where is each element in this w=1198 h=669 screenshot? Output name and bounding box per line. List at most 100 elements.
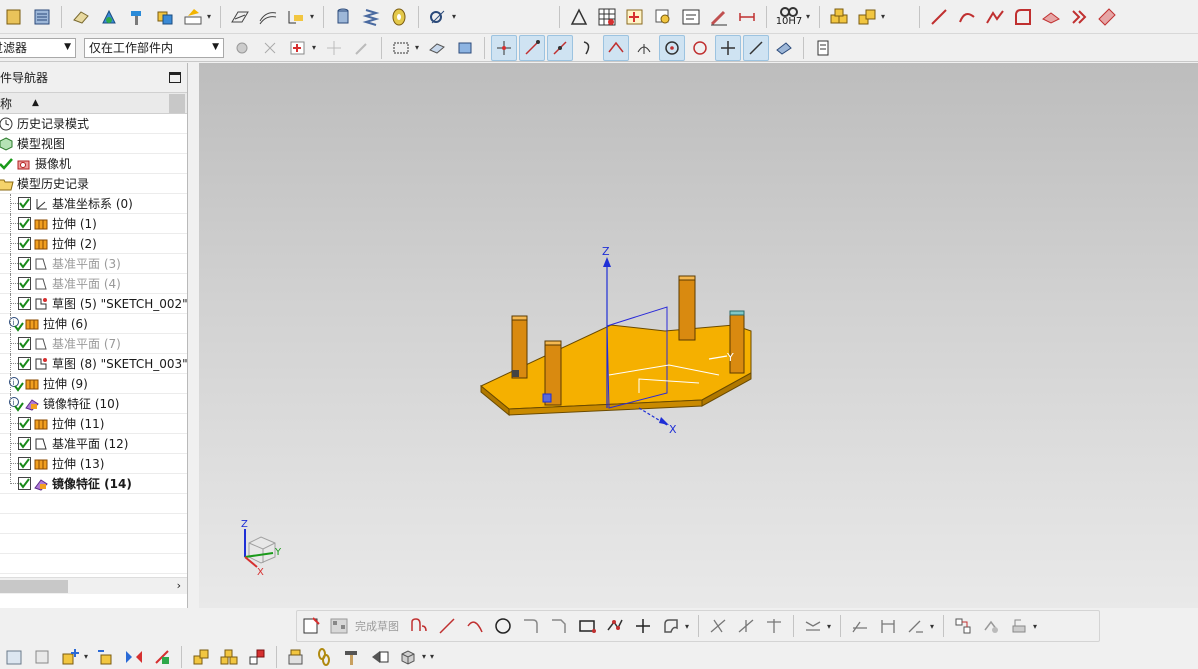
chain-link-icon[interactable] bbox=[311, 644, 337, 669]
dropdown-arrow[interactable]: ▾ bbox=[430, 652, 438, 661]
visibility-checkbox[interactable] bbox=[18, 337, 31, 350]
nav-feature-extrude-2[interactable]: 拉伸 (2) bbox=[0, 234, 187, 254]
dropdown-arrow[interactable]: ▾ bbox=[881, 12, 889, 21]
nav-feature-datum-plane-4[interactable]: 基准平面 (4) bbox=[0, 274, 187, 294]
eraser-icon[interactable] bbox=[68, 4, 94, 30]
gear-train-icon[interactable] bbox=[425, 4, 451, 30]
column-header-name[interactable]: 名称 ▲ bbox=[0, 93, 187, 114]
view-orient-icon[interactable] bbox=[29, 644, 55, 669]
pen-edit-icon[interactable] bbox=[706, 4, 732, 30]
filter-settings-icon[interactable] bbox=[229, 35, 255, 61]
cube-view-icon[interactable] bbox=[395, 644, 421, 669]
snap-points-icon[interactable] bbox=[491, 34, 517, 61]
assembly-blocks-icon[interactable] bbox=[216, 644, 242, 669]
visibility-checkbox[interactable] bbox=[18, 457, 31, 470]
nav-node-history-mode[interactable]: 历史记录模式 bbox=[0, 114, 187, 134]
visibility-checkbox[interactable] bbox=[18, 357, 31, 370]
fillet-curve-icon[interactable] bbox=[1010, 4, 1036, 30]
auto-constraint-icon[interactable] bbox=[978, 613, 1004, 639]
dropdown-arrow[interactable]: ▾ bbox=[1033, 622, 1041, 631]
point-icon[interactable] bbox=[630, 613, 656, 639]
exploded-view-icon[interactable] bbox=[283, 644, 309, 669]
dimension-icon[interactable] bbox=[734, 4, 760, 30]
nav-feature-extrude-11[interactable]: 拉伸 (11) bbox=[0, 414, 187, 434]
visibility-checkbox[interactable] bbox=[18, 437, 31, 450]
cards-icon[interactable] bbox=[650, 4, 676, 30]
dropdown-arrow[interactable]: ▾ bbox=[827, 622, 835, 631]
profile-icon[interactable] bbox=[406, 613, 432, 639]
face-select-icon[interactable] bbox=[424, 35, 450, 61]
table-icon[interactable] bbox=[594, 4, 620, 30]
text-style-icon[interactable] bbox=[180, 4, 206, 30]
display-constraints-icon[interactable] bbox=[950, 613, 976, 639]
quick-trim-icon[interactable] bbox=[705, 613, 731, 639]
arrangement-icon[interactable] bbox=[367, 644, 393, 669]
rect-select-icon[interactable] bbox=[388, 35, 414, 61]
visibility-checkbox[interactable] bbox=[18, 257, 31, 270]
body-select-icon[interactable] bbox=[452, 35, 478, 61]
arc-icon[interactable] bbox=[462, 613, 488, 639]
cylinder-icon[interactable] bbox=[330, 4, 356, 30]
studio-spline-icon[interactable] bbox=[982, 4, 1008, 30]
tolerance-button[interactable]: 10H7 bbox=[773, 4, 805, 30]
dropdown-arrow[interactable]: ▾ bbox=[806, 12, 814, 21]
maximize-icon[interactable] bbox=[169, 72, 181, 83]
mirror-curve-icon[interactable] bbox=[800, 613, 826, 639]
end-point-icon[interactable] bbox=[519, 34, 545, 61]
control-point-icon[interactable] bbox=[575, 35, 601, 61]
hammer-tool-icon[interactable] bbox=[339, 644, 365, 669]
nav-feature-datum-plane-12[interactable]: 基准平面 (12) bbox=[0, 434, 187, 454]
curve-on-surface-icon[interactable] bbox=[1094, 4, 1120, 30]
dropdown-arrow[interactable]: ▾ bbox=[310, 12, 318, 21]
view-triad[interactable]: Z Y X bbox=[241, 519, 282, 578]
nav-feature-extrude-13[interactable]: 拉伸 (13) bbox=[0, 454, 187, 474]
quick-extend-icon[interactable] bbox=[733, 613, 759, 639]
note-icon[interactable] bbox=[678, 4, 704, 30]
make-corner-icon[interactable] bbox=[761, 613, 787, 639]
quadrant-point-icon[interactable] bbox=[687, 35, 713, 61]
nav-feature-mirror-14[interactable]: 镜像特征 (14) bbox=[0, 474, 187, 494]
post-back[interactable] bbox=[678, 275, 696, 341]
snap-icon[interactable] bbox=[257, 35, 283, 61]
visibility-checkbox[interactable] bbox=[18, 417, 31, 430]
blocks-stack-icon[interactable] bbox=[854, 4, 880, 30]
visibility-checkbox[interactable] bbox=[18, 197, 31, 210]
dropdown-arrow[interactable]: ▾ bbox=[312, 43, 320, 52]
chamfer-icon[interactable] bbox=[546, 613, 572, 639]
post-left[interactable] bbox=[511, 315, 528, 379]
nav-feature-datum-plane-3[interactable]: 基准平面 (3) bbox=[0, 254, 187, 274]
alternate-solution-icon[interactable] bbox=[1006, 613, 1032, 639]
hammer-icon[interactable] bbox=[124, 4, 150, 30]
type-filter-combo[interactable]: 过滤器 ▼ bbox=[0, 37, 76, 58]
replace-component-icon[interactable] bbox=[152, 4, 178, 30]
dropdown-arrow[interactable]: ▾ bbox=[930, 622, 938, 631]
mirror-assembly-icon[interactable] bbox=[121, 644, 147, 669]
wand-icon[interactable] bbox=[349, 35, 375, 61]
scrollbar-thumb[interactable] bbox=[0, 580, 68, 593]
sketch-icon[interactable] bbox=[298, 613, 324, 639]
wave-link-icon[interactable] bbox=[244, 644, 270, 669]
grid-insert-icon[interactable] bbox=[285, 35, 311, 61]
rapid-dimension-icon[interactable] bbox=[847, 613, 873, 639]
blocks-icon[interactable] bbox=[826, 4, 852, 30]
fillet-icon[interactable] bbox=[518, 613, 544, 639]
selection-marker[interactable] bbox=[542, 393, 552, 403]
grid-insert-icon[interactable] bbox=[622, 4, 648, 30]
finish-sketch-label[interactable]: 完成草图 bbox=[355, 618, 399, 634]
dropdown-arrow[interactable]: ▾ bbox=[207, 12, 215, 21]
horizontal-scrollbar[interactable]: › bbox=[0, 577, 187, 594]
nav-feature-datum-plane-7[interactable]: 基准平面 (7) bbox=[0, 334, 187, 354]
nav-node-model-history[interactable]: 模型历史记录 bbox=[0, 174, 187, 194]
pattern-component-icon[interactable] bbox=[149, 644, 175, 669]
linear-dimension-icon[interactable] bbox=[875, 613, 901, 639]
assembly-move-icon[interactable] bbox=[96, 4, 122, 30]
mid-point-icon[interactable] bbox=[547, 34, 573, 61]
visibility-checkbox[interactable] bbox=[18, 477, 31, 490]
washer-icon[interactable] bbox=[386, 4, 412, 30]
arc-center-icon[interactable] bbox=[631, 35, 657, 61]
intersection-icon[interactable] bbox=[603, 34, 629, 61]
circle-center-icon[interactable] bbox=[659, 34, 685, 61]
visibility-checkbox[interactable] bbox=[18, 277, 31, 290]
nav-feature-datum-csys-0[interactable]: 基准坐标系 (0) bbox=[0, 194, 187, 214]
visibility-checkbox[interactable] bbox=[18, 297, 31, 310]
